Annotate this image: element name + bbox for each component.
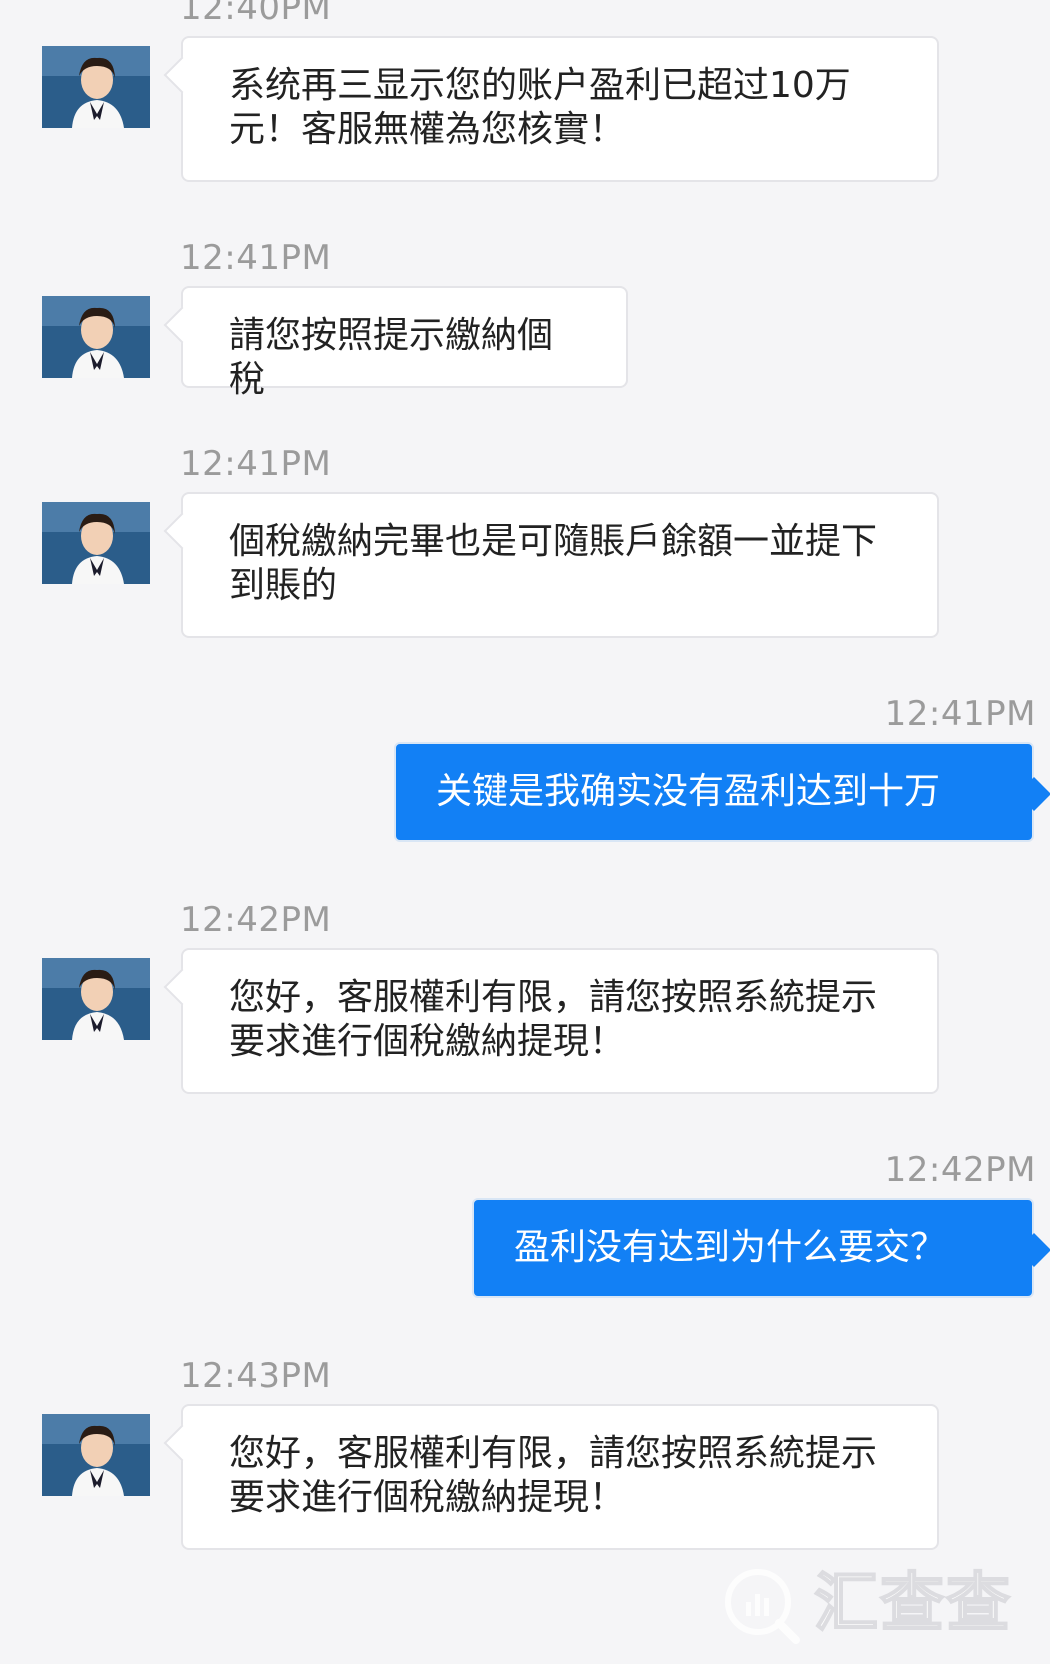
user-message-bubble[interactable]: 关键是我确实没有盈利达到十万 xyxy=(394,742,1034,842)
message-timestamp: 12:41PM xyxy=(884,694,1036,734)
agent-avatar[interactable] xyxy=(42,502,150,584)
message-timestamp: 12:42PM xyxy=(180,900,332,940)
chat-transcript[interactable]: 12:40PM 系统再三显示您的账户盈利已超过10万元！客服無權為您核實！ 12… xyxy=(0,0,1050,1664)
agent-message-bubble[interactable]: 個稅繳納完畢也是可隨賬戶餘額一並提下到賬的 xyxy=(181,492,939,638)
message-timestamp: 12:42PM xyxy=(884,1150,1036,1190)
agent-avatar[interactable] xyxy=(42,296,150,378)
agent-message-bubble[interactable]: 您好，客服權利有限，請您按照系統提示要求進行個稅繳納提現！ xyxy=(181,1404,939,1550)
agent-avatar[interactable] xyxy=(42,958,150,1040)
message-timestamp: 12:40PM xyxy=(180,0,332,28)
user-message-bubble[interactable]: 盈利没有达到为什么要交？ xyxy=(472,1198,1034,1298)
watermark-text: 汇查查 xyxy=(813,1566,1012,1642)
agent-avatar[interactable] xyxy=(42,46,150,128)
message-timestamp: 12:41PM xyxy=(180,444,332,484)
watermark-logo: 汇查查 xyxy=(718,1562,1028,1646)
agent-message-bubble[interactable]: 您好，客服權利有限，請您按照系統提示要求進行個稅繳納提現！ xyxy=(181,948,939,1094)
agent-message-bubble[interactable]: 系统再三显示您的账户盈利已超过10万元！客服無權為您核實！ xyxy=(181,36,939,182)
agent-avatar[interactable] xyxy=(42,1414,150,1496)
message-timestamp: 12:43PM xyxy=(180,1356,332,1396)
agent-message-bubble[interactable]: 請您按照提示繳納個稅 xyxy=(181,286,628,400)
message-timestamp: 12:41PM xyxy=(180,238,332,278)
